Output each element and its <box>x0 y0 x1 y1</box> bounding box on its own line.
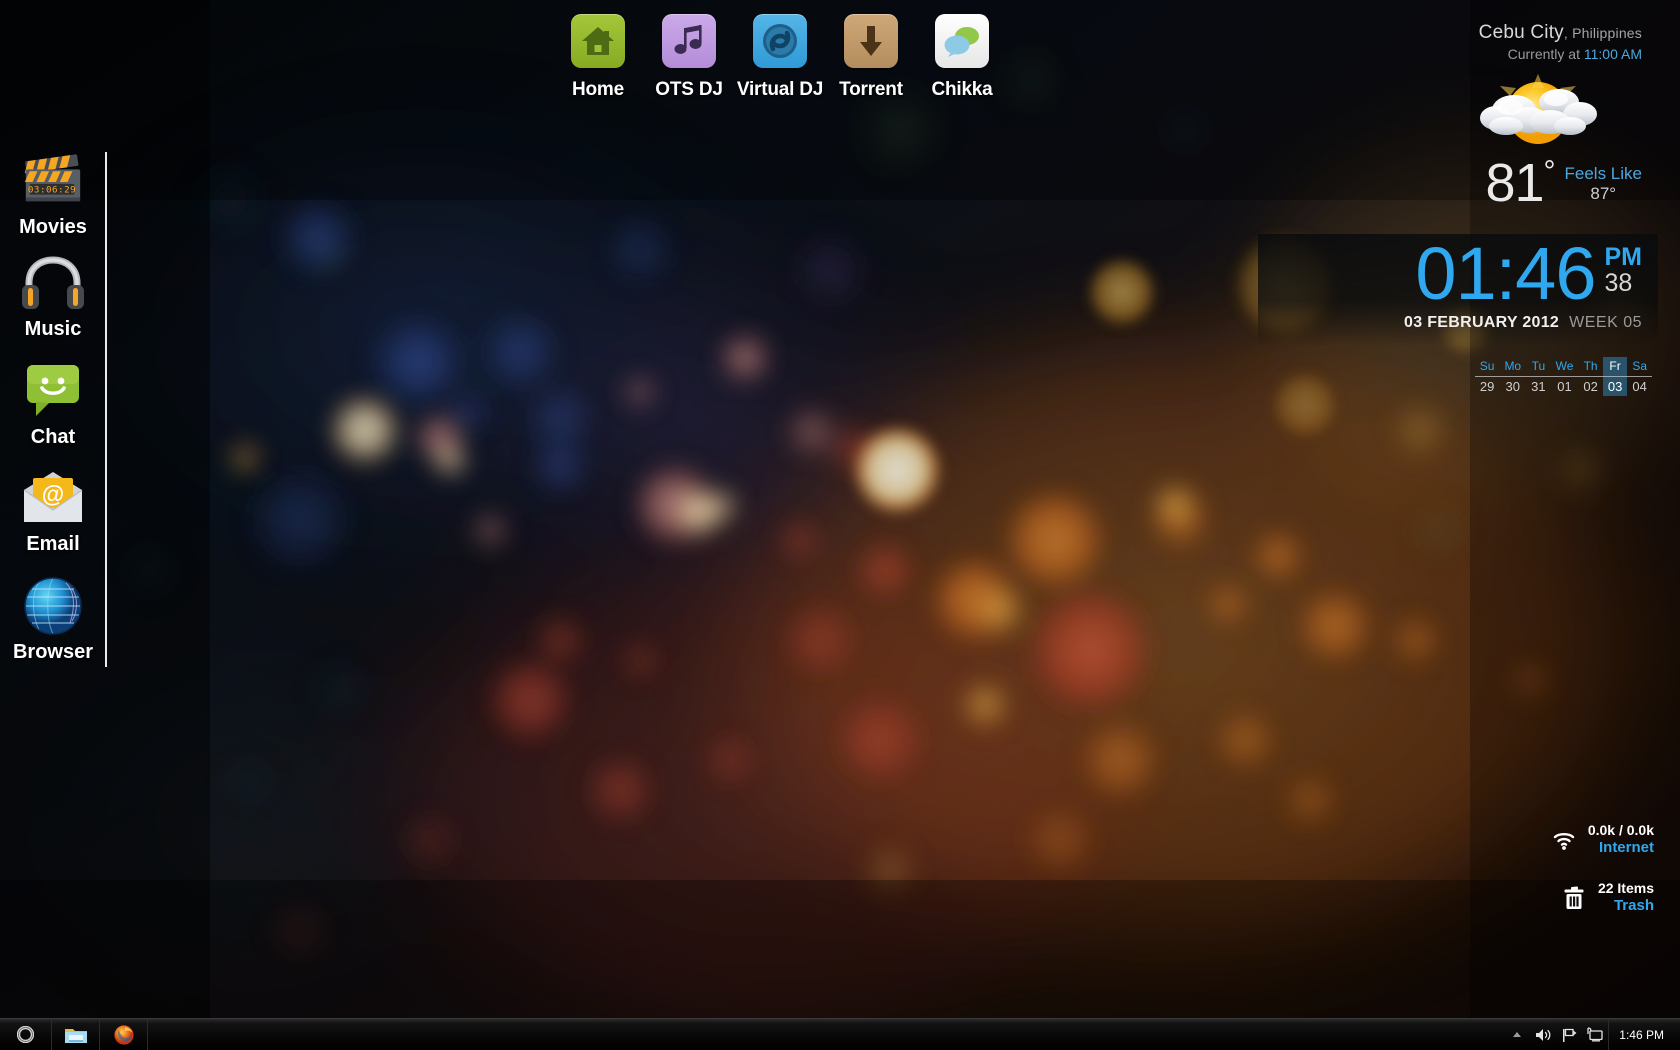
weather-widget[interactable]: Cebu City, Philippines Currently at 11:0… <box>1222 22 1642 210</box>
weather-degree-symbol: ° <box>1543 155 1556 188</box>
taskbar-clock[interactable]: 1:46 PM <box>1608 1019 1676 1050</box>
calendar-weekday-tu: Tu <box>1526 357 1551 377</box>
calendar-weekday-we: We <box>1550 357 1579 377</box>
calendar-weekday-su: Su <box>1474 357 1500 377</box>
sidebar-item-music[interactable]: Music <box>0 252 106 341</box>
trash-label: Trash <box>1613 897 1654 915</box>
dock-label-torrent: Torrent <box>839 79 903 100</box>
clock-ampm: PM <box>1604 243 1643 271</box>
firefox-icon[interactable] <box>100 1019 148 1050</box>
calendar-day-2[interactable]: 31 <box>1526 377 1550 397</box>
dock-item-ots-dj[interactable]: OTS DJ <box>655 14 723 114</box>
trash-icon <box>1561 885 1587 911</box>
calendar-weekday-sa: Sa <box>1627 357 1652 377</box>
calendar-table: Su Mo Tu We Th Fr Sa 29 30 31 01 02 03 0… <box>1474 357 1652 397</box>
sidebar-label-email: Email <box>26 533 80 555</box>
internet-label: Internet <box>1598 839 1654 856</box>
sidebar-label-chat: Chat <box>30 426 76 448</box>
dock-label-ots-dj: OTS DJ <box>655 79 723 100</box>
calendar-widget[interactable]: Su Mo Tu We Th Fr Sa 29 30 31 01 02 03 0… <box>1474 357 1652 397</box>
show-hidden-icons-icon[interactable] <box>1504 1019 1530 1050</box>
internet-text: 0.0k / 0.0k Internet <box>1588 822 1654 858</box>
calendar-day-row: 29 30 31 01 02 03 04 <box>1475 376 1652 397</box>
dock-label-chikka: Chikka <box>931 79 993 100</box>
trash-item-count: 22 Items <box>1597 879 1654 896</box>
sidebar: 03:06:29 Movies Music Chat @ Email Brows… <box>0 150 106 670</box>
calendar-day-6[interactable]: 04 <box>1627 377 1652 397</box>
clock-date: 03 FEBRUARY 2012 <box>1404 314 1560 332</box>
speech-bubble-smiley-icon <box>20 360 86 422</box>
weather-temperature: 81° <box>1485 155 1556 210</box>
dock-item-home[interactable]: Home <box>566 14 630 114</box>
sidebar-label-movies: Movies <box>19 216 87 238</box>
weather-current-time-row: Currently at 11:00 AM <box>1222 46 1642 62</box>
sidebar-label-browser: Browser <box>12 641 94 663</box>
calendar-day-today[interactable]: 03 <box>1602 376 1628 396</box>
globe-icon <box>20 575 86 637</box>
wifi-icon <box>1551 827 1577 853</box>
weather-current-time: 11:00 AM <box>1583 46 1642 62</box>
weather-currently-prefix: Currently at <box>1507 46 1584 62</box>
dock-item-chikka[interactable]: Chikka <box>930 14 994 114</box>
start-orb-icon[interactable] <box>0 1019 52 1050</box>
clapperboard-icon: 03:06:29 <box>20 150 86 212</box>
weather-temperature-row: 81° Feels Like 87° <box>1222 155 1642 210</box>
calendar-day-3[interactable]: 01 <box>1551 377 1579 397</box>
internet-monitor[interactable]: 0.0k / 0.0k Internet <box>1334 822 1654 858</box>
clock-week: WEEK 05 <box>1569 314 1642 332</box>
clock-seconds: 38 <box>1604 269 1633 297</box>
weather-country: , Philippines <box>1563 25 1642 41</box>
taskbar: 1:46 PM <box>0 1018 1680 1050</box>
calendar-weekday-fr: Fr <box>1602 357 1628 377</box>
sidebar-item-movies[interactable]: 03:06:29 Movies <box>0 150 106 239</box>
volume-icon[interactable] <box>1530 1019 1556 1050</box>
top-dock: Home OTS DJ Virtual DJ Torrent Chikka <box>540 14 1020 114</box>
trash-monitor[interactable]: 22 Items Trash <box>1334 880 1654 916</box>
clock-widget[interactable]: 01:46 PM 38 03 FEBRUARY 2012 WEEK 05 <box>1258 232 1658 347</box>
weather-location: Cebu City, Philippines <box>1222 22 1642 44</box>
action-center-flag-icon[interactable] <box>1556 1019 1582 1050</box>
calendar-weekday-th: Th <box>1578 357 1603 377</box>
clock-time: 01:46 <box>1415 232 1596 315</box>
trash-text: 22 Items Trash <box>1598 880 1654 916</box>
network-icon[interactable] <box>1582 1019 1608 1050</box>
spiral-disc-icon <box>753 14 807 68</box>
headphones-icon <box>20 252 86 314</box>
svg-text:@: @ <box>42 481 64 507</box>
calendar-weekday-row: Su Mo Tu We Th Fr Sa <box>1474 357 1652 377</box>
down-arrow-icon <box>844 14 898 68</box>
system-tray: 1:46 PM <box>1504 1019 1680 1050</box>
system-info-widget: 0.0k / 0.0k Internet 22 Items Trash <box>1334 822 1654 939</box>
sidebar-item-email[interactable]: @ Email <box>0 467 106 556</box>
svg-text:03:06:29: 03:06:29 <box>28 185 76 196</box>
envelope-at-icon: @ <box>20 467 86 529</box>
sidebar-item-chat[interactable]: Chat <box>0 360 106 449</box>
music-note-icon <box>662 14 716 68</box>
calendar-day-0[interactable]: 29 <box>1475 377 1500 397</box>
calendar-weekday-mo: Mo <box>1499 357 1527 377</box>
sun-behind-cloud-icon <box>1222 74 1642 146</box>
weather-temperature-value: 81 <box>1485 153 1544 213</box>
clock-date-row: 03 FEBRUARY 2012 WEEK 05 <box>1274 314 1642 332</box>
dock-item-torrent[interactable]: Torrent <box>839 14 903 114</box>
weather-city: Cebu City <box>1478 22 1564 43</box>
clock-meta: PM 38 <box>1604 240 1643 297</box>
calendar-day-4[interactable]: 02 <box>1578 377 1602 397</box>
sidebar-label-music: Music <box>24 318 82 340</box>
dock-label-home: Home <box>572 79 624 100</box>
calendar-day-1[interactable]: 30 <box>1499 377 1526 397</box>
dock-item-virtual-dj[interactable]: Virtual DJ <box>737 14 823 114</box>
file-explorer-icon[interactable] <box>52 1019 100 1050</box>
feels-like-label: Feels Like <box>1564 164 1642 183</box>
weather-feels-like: Feels Like 87° <box>1565 158 1642 204</box>
sidebar-item-browser[interactable]: Browser <box>0 575 106 664</box>
clock-time-row: 01:46 PM 38 <box>1274 232 1643 315</box>
chat-bubbles-icon <box>935 14 989 68</box>
dock-label-virtual-dj: Virtual DJ <box>736 79 824 100</box>
house-icon <box>571 14 625 68</box>
internet-throughput: 0.0k / 0.0k <box>1587 821 1654 838</box>
feels-like-value: 87° <box>1590 184 1617 203</box>
